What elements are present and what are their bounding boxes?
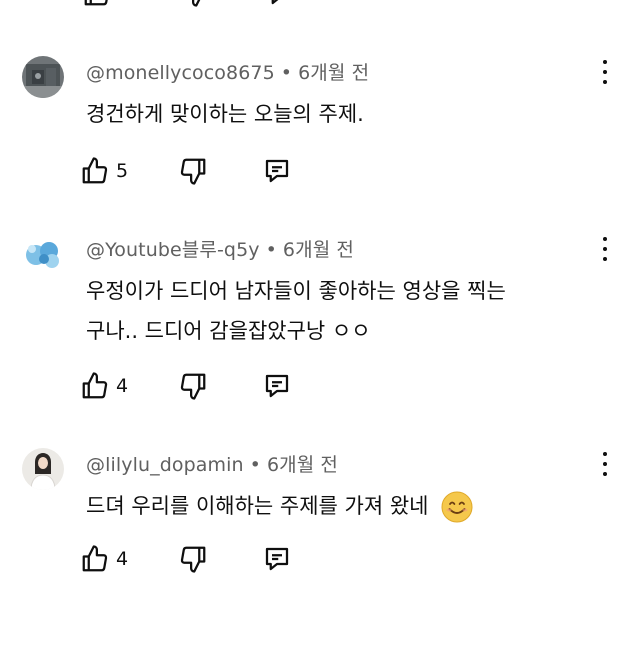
like-button[interactable]: 5 [80,154,128,188]
comment-text: 드뎌 우리를 이해하는 주제를 가져 왔네 [86,486,606,526]
separator: • [265,239,277,261]
dislike-button[interactable] [178,154,208,188]
smiling-face-emoji [441,491,473,523]
thumbs-down-icon [180,158,206,185]
author-name[interactable]: @monellycoco8675 [86,62,275,84]
like-count: 5 [116,160,129,182]
comment-meta: @lilylu_dopamin • 6개월 전 [86,450,338,477]
author-name[interactable]: @Youtube블루-q5y [86,239,260,261]
avatar[interactable] [22,56,64,98]
thumbs-up-icon [82,545,108,572]
comment-actions: 5 [80,154,320,188]
comment-text-line: 우정이가 드디어 남자들이 좋아하는 영상을 찍는 [86,279,506,303]
comment-meta: @monellycoco8675 • 6개월 전 [86,58,369,85]
avatar[interactable] [22,448,64,490]
timestamp: 6개월 전 [266,454,339,476]
comment-item: @lilylu_dopamin • 6개월 전 드뎌 우리를 이해하는 주제를 가져… [0,448,640,648]
thumbs-down-icon [180,373,206,400]
more-vertical-icon[interactable] [598,60,612,84]
comment-item: @monellycoco8675 • 6개월 전 경건하게 맞이하는 오늘의 주제.… [0,56,640,256]
comment-text-line: 구나.. 드디어 감을잡았구낭 ㅇㅇ [86,319,371,343]
avatar[interactable] [22,233,64,275]
author-name[interactable]: @lilylu_dopamin [86,454,244,476]
comment-text: 우정이가 드디어 남자들이 좋아하는 영상을 찍는 구나.. 드디어 감을잡았구… [86,271,606,351]
thumbs-down-icon [180,546,206,573]
like-button[interactable]: 4 [80,369,128,403]
more-vertical-icon[interactable] [598,452,612,476]
reply-comment-icon[interactable] [264,0,294,8]
comment-text: 경건하게 맞이하는 오늘의 주제. [86,102,364,126]
comment-text-content: 드뎌 우리를 이해하는 주제를 가져 왔네 [86,494,429,518]
comment-actions: 4 [80,542,320,576]
more-vertical-icon[interactable] [598,237,612,261]
timestamp: 6개월 전 [298,62,370,84]
reply-button[interactable] [262,369,292,403]
reply-button[interactable] [262,154,292,188]
comment-meta: @Youtube블루-q5y • 6개월 전 [86,235,354,262]
reply-comment-icon [265,547,289,571]
like-count: 4 [116,548,129,570]
dislike-button[interactable] [178,369,208,403]
thumbs-down-icon[interactable] [180,0,210,8]
previous-comment-actions [0,0,640,8]
timestamp: 6개월 전 [282,239,354,261]
comment-actions: 4 [80,369,320,403]
separator: • [280,62,293,84]
thumbs-up-icon [82,372,108,399]
separator: • [249,454,261,476]
thumbs-up-icon[interactable] [82,0,112,8]
reply-comment-icon [265,374,289,398]
like-count: 4 [116,375,129,397]
like-button[interactable]: 4 [80,542,128,576]
thumbs-up-icon [82,157,108,184]
reply-button[interactable] [262,542,292,576]
comment-item: @Youtube블루-q5y • 6개월 전 우정이가 드디어 남자들이 좋아하는 … [0,233,640,433]
reply-comment-icon [265,159,289,183]
dislike-button[interactable] [178,542,208,576]
